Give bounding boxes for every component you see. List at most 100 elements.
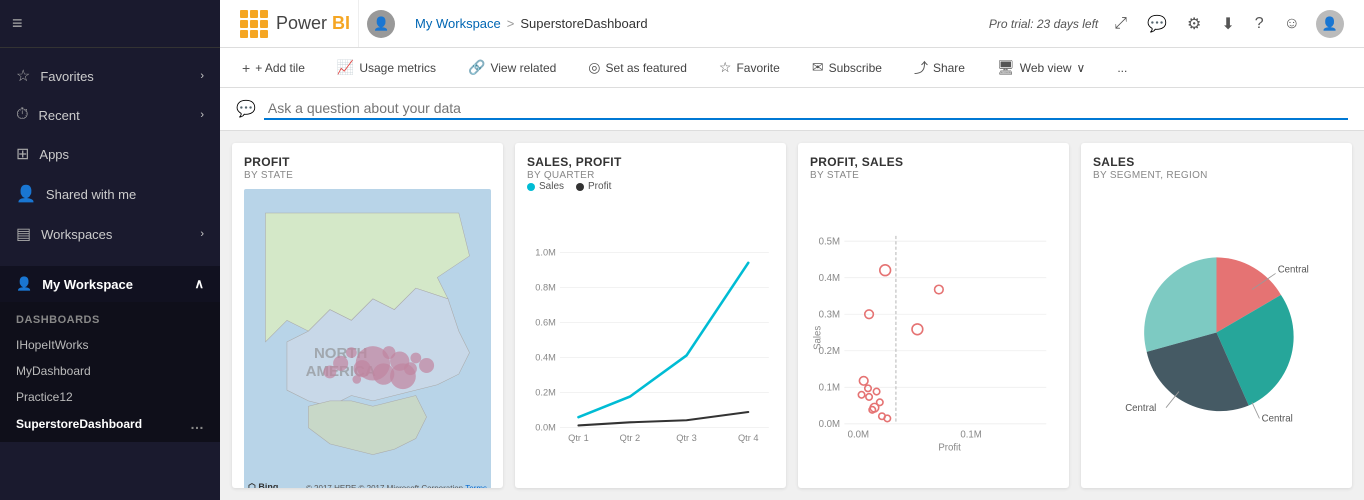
chart-subtitle-pie: BY SEGMENT, REGION [1093, 170, 1340, 181]
svg-text:0.1M: 0.1M [960, 430, 981, 441]
dashboard-item-practice12[interactable]: Practice12 [0, 384, 220, 410]
chevron-down-icon: ∨ [1077, 61, 1086, 75]
chart-subtitle-sales-profit: BY QUARTER [527, 170, 774, 181]
sidebar: ≡ ☆ Favorites › ⏱ Recent › ⊞ Apps 👤 Shar… [0, 0, 220, 500]
sidebar-nav: ☆ Favorites › ⏱ Recent › ⊞ Apps 👤 Shared… [0, 48, 220, 262]
help-icon[interactable]: ? [1251, 11, 1268, 37]
chart-subtitle-profit: BY STATE [244, 170, 491, 181]
add-tile-button[interactable]: + + Add tile [236, 56, 311, 80]
svg-text:Profit: Profit [938, 443, 961, 454]
subscribe-button[interactable]: ✉ Subscribe [806, 55, 888, 80]
chevron-right-icon: › [200, 228, 204, 240]
svg-text:Qtr 4: Qtr 4 [738, 433, 759, 443]
svg-text:0.0M: 0.0M [848, 430, 869, 441]
map-visual[interactable]: NORTH AMERICA [244, 189, 491, 488]
focus-mode-icon[interactable]: ⤢ [1110, 11, 1131, 37]
svg-text:0.8M: 0.8M [535, 283, 556, 293]
sidebar-label-favorites: Favorites [40, 69, 93, 84]
bing-logo: ⬡ Bing [248, 482, 278, 488]
favorite-button[interactable]: ☆ Favorite [713, 55, 786, 80]
my-workspace-header[interactable]: 👤 My Workspace ∧ [0, 266, 220, 302]
svg-text:1.0M: 1.0M [535, 248, 556, 258]
usage-metrics-button[interactable]: 📈 Usage metrics [331, 55, 442, 80]
svg-text:0.2M: 0.2M [535, 388, 556, 398]
sidebar-item-workspaces[interactable]: ▤ Workspaces › [0, 214, 220, 254]
favorite-icon: ☆ [719, 59, 732, 76]
chart-body-scatter: 0.5M 0.4M 0.3M 0.2M 0.1M 0.0M Sales [810, 189, 1057, 476]
chart-body-map: NORTH AMERICA [244, 189, 491, 488]
svg-text:0.5M: 0.5M [819, 236, 840, 247]
app-logo: Power BI [232, 0, 359, 47]
person-icon: 👤 [16, 184, 36, 204]
sidebar-item-shared[interactable]: 👤 Shared with me [0, 174, 220, 214]
hamburger-icon[interactable]: ≡ [12, 13, 23, 34]
star-icon: ☆ [16, 66, 30, 86]
chart-body-line: 1.0M 0.8M 0.6M 0.4M 0.2M 0.0M [527, 204, 774, 476]
svg-text:0.1M: 0.1M [819, 382, 840, 393]
svg-text:0.4M: 0.4M [819, 273, 840, 284]
breadcrumb-workspace-link[interactable]: My Workspace [415, 16, 501, 31]
set-featured-button[interactable]: ◎ Set as featured [582, 55, 693, 80]
svg-text:0.4M: 0.4M [535, 353, 556, 363]
chevron-right-icon: › [200, 109, 204, 121]
star-outline-icon: ◎ [588, 59, 600, 76]
legend-item-profit: Profit [576, 181, 611, 192]
svg-text:Central: Central [1262, 414, 1293, 425]
svg-text:Qtr 2: Qtr 2 [620, 433, 641, 443]
dashboard-item-ellipsis[interactable]: … [190, 416, 204, 432]
logo-text: Power BI [276, 13, 350, 34]
chart-profit-state: Profit BY STATE [232, 143, 503, 488]
dashboards-list: DASHBOARDS IHopeItWorks MyDashboard Prac… [0, 302, 220, 442]
comments-icon[interactable]: 💬 [1143, 10, 1171, 38]
chart-sales-profit-quarter: Sales, Profit BY QUARTER Sales Profit [515, 143, 786, 488]
clock-icon: ⏱ [16, 106, 28, 124]
user-avatar-left[interactable]: 👤 [367, 10, 395, 38]
qa-bar: 💬 [220, 88, 1364, 131]
sidebar-label-apps: Apps [39, 147, 69, 162]
sidebar-header: ≡ [0, 0, 220, 48]
map-copyright: © 2017 HERE © 2017 Microsoft Corporation… [306, 484, 487, 488]
chart-title-profit: Profit [244, 155, 491, 169]
dashboard-item-ihopeitworks[interactable]: IHopeItWorks [0, 332, 220, 358]
svg-text:Qtr 1: Qtr 1 [568, 433, 589, 443]
workspace-label: My Workspace [42, 277, 133, 292]
chart-sales-segment: Sales BY SEGMENT, REGION [1081, 143, 1352, 488]
download-icon[interactable]: ⬇ [1217, 10, 1238, 38]
link-icon: 🔗 [468, 59, 485, 76]
dashboards-section-label: DASHBOARDS [0, 310, 220, 332]
share-icon: ⤴ [914, 58, 928, 78]
top-bar-right: Pro trial: 23 days left ⤢ 💬 ⚙ ⬇ ? ☺ 👤 [981, 10, 1352, 38]
sidebar-item-apps[interactable]: ⊞ Apps [0, 134, 220, 174]
main-area: Power BI 👤 My Workspace > SuperstoreDash… [220, 0, 1364, 500]
svg-text:Qtr 3: Qtr 3 [676, 433, 697, 443]
dashboard-item-superstoredashboard[interactable]: SuperstoreDashboard … [0, 410, 220, 438]
breadcrumb-current: SuperstoreDashboard [520, 16, 647, 31]
share-button[interactable]: ⤴ Share [908, 54, 971, 82]
user-avatar-right[interactable]: 👤 [1316, 10, 1344, 38]
svg-text:Central: Central [1125, 403, 1156, 414]
svg-text:0.0M: 0.0M [535, 423, 556, 433]
legend-dot-sales [527, 183, 535, 191]
chevron-right-icon: › [200, 70, 204, 82]
chart-title-scatter: Profit, Sales [810, 155, 1057, 169]
sidebar-item-favorites[interactable]: ☆ Favorites › [0, 56, 220, 96]
qa-dialog-icon: 💬 [236, 99, 256, 119]
dashboard-item-mydashboard[interactable]: MyDashboard [0, 358, 220, 384]
workspace-person-icon: 👤 [16, 276, 32, 292]
top-bar-avatar-left-area: 👤 [359, 0, 403, 47]
more-button[interactable]: ... [1111, 57, 1133, 79]
logo-grid-icon [240, 10, 268, 38]
layers-icon: ▤ [16, 224, 31, 244]
view-related-button[interactable]: 🔗 View related [462, 55, 562, 80]
web-view-button[interactable]: 🖥 Web view ∨ [991, 55, 1091, 80]
top-bar: Power BI 👤 My Workspace > SuperstoreDash… [220, 0, 1364, 48]
legend-item-sales: Sales [527, 181, 564, 192]
qa-input[interactable] [264, 98, 1348, 120]
settings-icon[interactable]: ⚙ [1183, 10, 1205, 38]
chart-profit-sales-state: Profit, Sales BY STATE 0.5M 0.4M 0.3M 0.… [798, 143, 1069, 488]
sidebar-item-recent[interactable]: ⏱ Recent › [0, 96, 220, 134]
feedback-icon[interactable]: ☺ [1280, 11, 1304, 37]
chart-subtitle-scatter: BY STATE [810, 170, 1057, 181]
svg-text:0.3M: 0.3M [819, 309, 840, 320]
grid-icon: ⊞ [16, 144, 29, 164]
